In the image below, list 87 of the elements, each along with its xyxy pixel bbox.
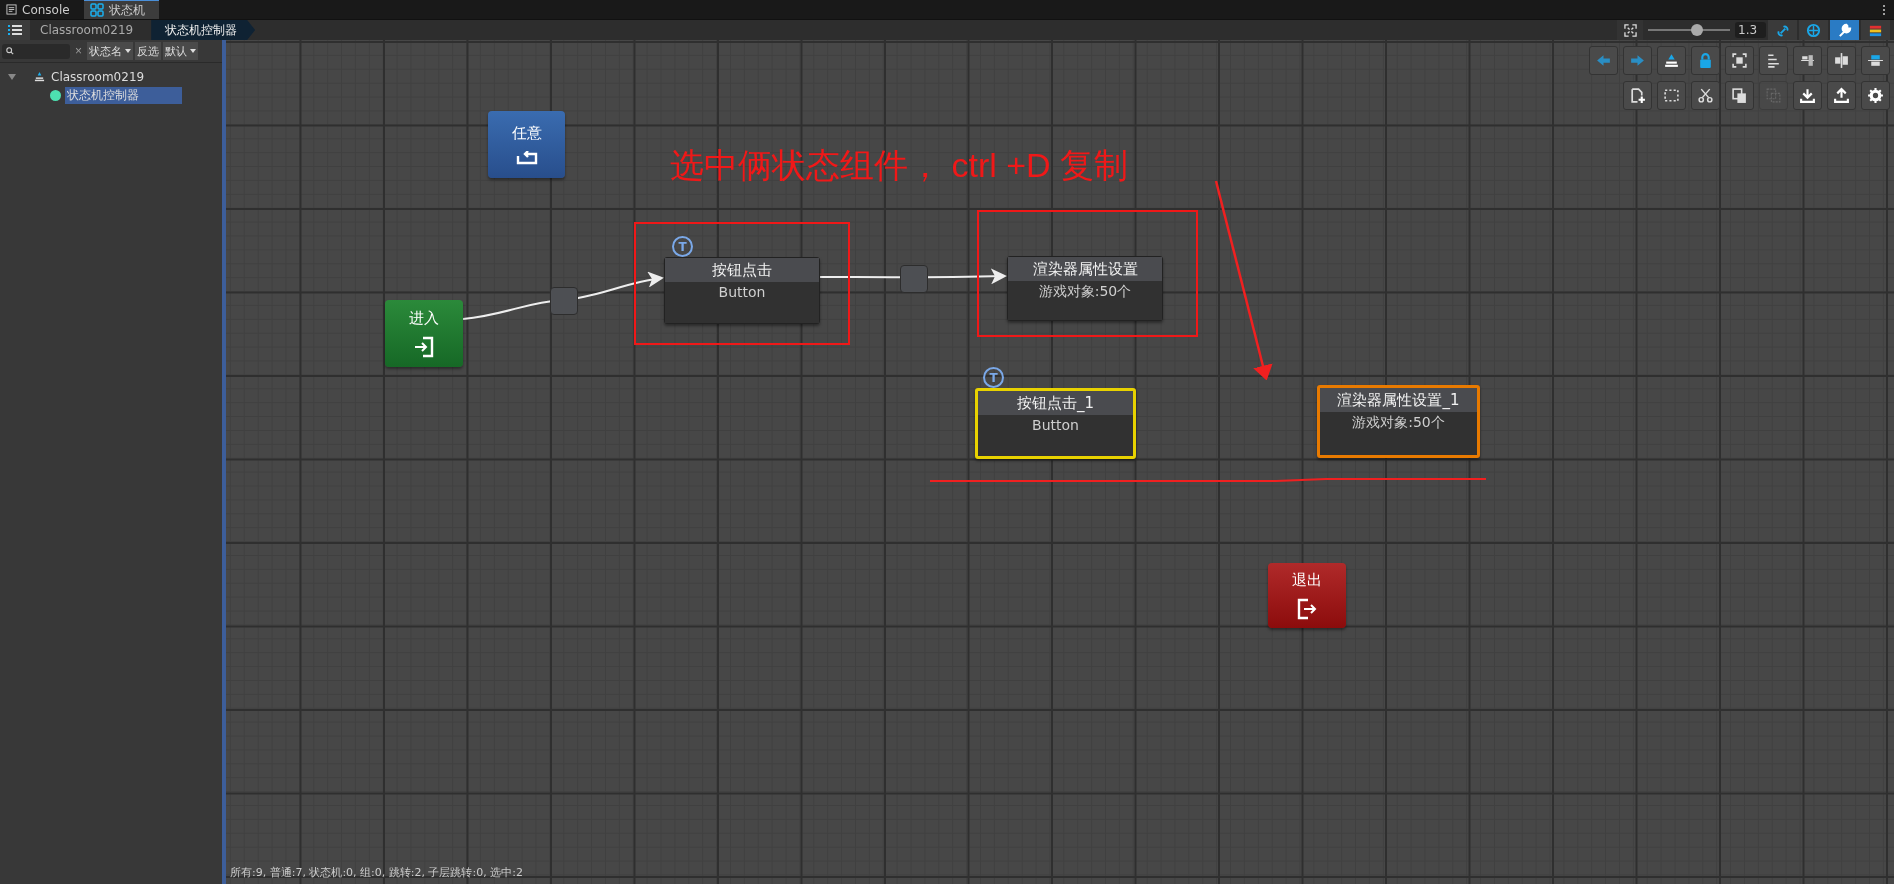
- node-title: 按钮点击_1: [978, 391, 1133, 415]
- node-title: 任意: [511, 124, 542, 143]
- caret-icon: [125, 49, 131, 53]
- paste-icon: [1765, 87, 1782, 104]
- link-button[interactable]: [1768, 20, 1797, 40]
- align-top-button[interactable]: [1861, 46, 1890, 75]
- select-box-icon: [1663, 87, 1680, 104]
- layer-stack-icon: [34, 71, 45, 82]
- list-toggle-icon[interactable]: [0, 20, 30, 40]
- exit-node[interactable]: 退出: [1268, 563, 1346, 628]
- pyramid-icon: [1663, 52, 1680, 69]
- trigger-badge: T: [672, 236, 693, 257]
- lock-icon: [1697, 52, 1714, 69]
- node-subtitle: Button: [1032, 417, 1079, 433]
- node-subtitle: 游戏对象:50个: [1038, 283, 1132, 299]
- arrow-right-button[interactable]: [1623, 46, 1652, 75]
- wrench-button[interactable]: [1830, 20, 1859, 40]
- transition-node[interactable]: [900, 265, 928, 293]
- loop-icon: [514, 151, 539, 165]
- copy-icon: [1731, 87, 1748, 104]
- node-subtitle: Button: [718, 284, 766, 300]
- invert-selection-button[interactable]: 反选: [135, 42, 161, 60]
- focus-button[interactable]: [1725, 46, 1754, 75]
- download-icon: [1799, 87, 1816, 104]
- layers-button[interactable]: [1861, 20, 1890, 40]
- align-left-icon: [1765, 52, 1782, 69]
- new-file-icon: [1629, 87, 1646, 104]
- pyramid-button[interactable]: [1657, 46, 1686, 75]
- console-icon: [6, 4, 17, 15]
- graph-canvas[interactable]: 选中俩状态组件， ctrl +D 复制 任意 进入 按钮点击 Button T 渲染器属性设置 游戏对象:50个 按钮点击_1 Button T 渲染器属性设置_1 游戏对象:50个 退出 所有:9, 普通:7, 状态机:0, 组:0, 跳转:2, 子层跳转:0, 选中:2: [226, 40, 1894, 884]
- copy-button[interactable]: [1725, 81, 1754, 110]
- breadcrumb-item[interactable]: 状态机控制器: [151, 20, 256, 40]
- fit-view-icon[interactable]: [1617, 20, 1643, 40]
- upload-button[interactable]: [1827, 81, 1856, 110]
- arrow-left-button[interactable]: [1589, 46, 1618, 75]
- sort-dropdown[interactable]: 默认: [163, 42, 198, 60]
- node-graph-icon: [89, 3, 104, 17]
- node-title: 渲染器属性设置: [1008, 257, 1162, 281]
- scissors-button[interactable]: [1691, 81, 1720, 110]
- exit-icon: [1297, 598, 1317, 620]
- upload-icon: [1833, 87, 1850, 104]
- focus-icon: [1731, 52, 1748, 69]
- scissors-icon: [1697, 87, 1714, 104]
- state-node[interactable]: 按钮点击 Button: [664, 257, 820, 324]
- window-tab[interactable]: 状态机: [83, 0, 159, 19]
- entry-node[interactable]: 进入: [385, 300, 463, 367]
- crosshair-button[interactable]: [1799, 20, 1828, 40]
- enter-icon: [414, 336, 434, 358]
- node-title: 退出: [1292, 571, 1322, 590]
- state-node[interactable]: 渲染器属性设置 游戏对象:50个: [1007, 256, 1163, 321]
- transition-node[interactable]: [550, 287, 578, 315]
- distribute-icon: [1833, 52, 1850, 69]
- status-text: 所有:9, 普通:7, 状态机:0, 组:0, 跳转:2, 子层跳转:0, 选中:2: [230, 865, 523, 880]
- tree-item[interactable]: Classroom0219: [0, 67, 222, 86]
- settings-button[interactable]: [1861, 81, 1890, 110]
- status-dot-icon: [50, 90, 61, 101]
- select-box-button[interactable]: [1657, 81, 1686, 110]
- zoom-value-field[interactable]: 1.3: [1735, 22, 1766, 38]
- arrow-left-icon: [1595, 52, 1612, 69]
- trigger-badge: T: [983, 367, 1004, 388]
- any-node[interactable]: 任意: [488, 111, 565, 178]
- node-title: 渲染器属性设置_1: [1320, 388, 1477, 412]
- caret-icon: [190, 49, 196, 53]
- filter-dropdown[interactable]: 状态名: [87, 42, 133, 60]
- state-node[interactable]: 按钮点击_1 Button: [975, 388, 1136, 459]
- align-top-icon: [1867, 52, 1884, 69]
- distribute-button[interactable]: [1827, 46, 1856, 75]
- breadcrumb-item[interactable]: Classroom0219: [30, 20, 152, 40]
- node-title: 按钮点击: [665, 258, 819, 282]
- search-field[interactable]: [2, 43, 70, 59]
- tree-item[interactable]: 状态机控制器: [65, 87, 182, 104]
- annotation-text: 选中俩状态组件， ctrl +D 复制: [670, 145, 1129, 186]
- state-node[interactable]: 渲染器属性设置_1 游戏对象:50个: [1317, 385, 1480, 458]
- search-icon: [6, 47, 14, 55]
- new-file-button[interactable]: [1623, 81, 1652, 110]
- download-button[interactable]: [1793, 81, 1822, 110]
- align-center-icon: [1799, 52, 1816, 69]
- window-tab[interactable]: Console: [0, 0, 84, 19]
- clear-search-button[interactable]: ×: [72, 44, 85, 58]
- node-title: 进入: [409, 309, 439, 328]
- settings-icon: [1867, 87, 1884, 104]
- crosshair-icon: [1806, 22, 1821, 38]
- lock-button[interactable]: [1691, 46, 1720, 75]
- align-left-button[interactable]: [1759, 46, 1788, 75]
- zoom-slider[interactable]: [1648, 23, 1730, 37]
- align-center-button[interactable]: [1793, 46, 1822, 75]
- node-subtitle: 游戏对象:50个: [1352, 414, 1445, 430]
